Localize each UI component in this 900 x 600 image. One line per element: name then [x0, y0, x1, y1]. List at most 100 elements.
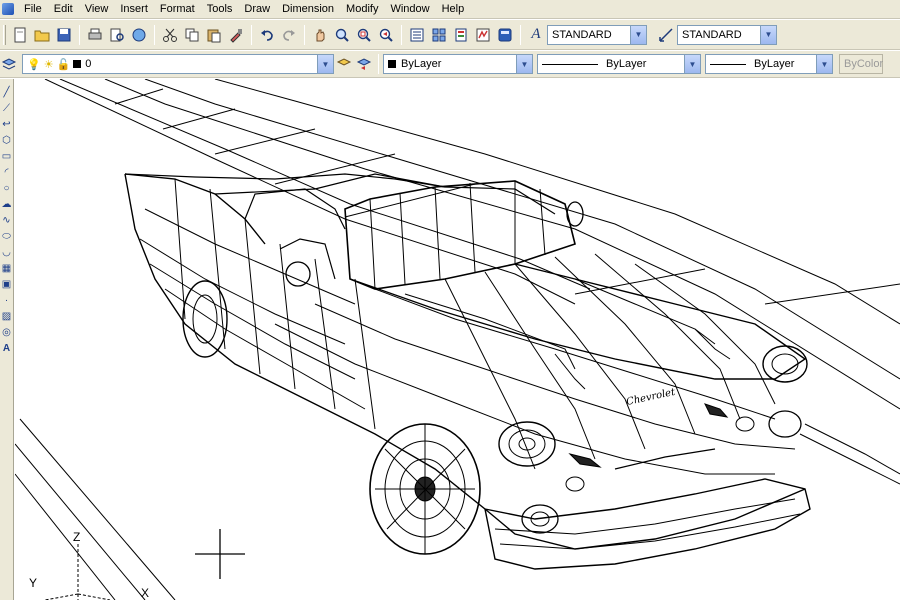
polygon-icon[interactable]: ⬡ [1, 133, 13, 149]
menu-bar: File Edit View Insert Format Tools Draw … [0, 0, 900, 19]
paste-icon[interactable] [203, 24, 225, 46]
layer-select[interactable]: 💡 ☀ 🔓 0 ▼ [22, 54, 334, 74]
ellipse-icon[interactable]: ⬭ [1, 229, 13, 245]
crosshair-cursor [195, 529, 245, 579]
mtext-icon[interactable]: A [1, 341, 13, 357]
markup-icon[interactable] [472, 24, 494, 46]
color-value: ByLayer [401, 58, 442, 70]
ucs-x-label: X [141, 586, 149, 600]
cut-icon[interactable] [159, 24, 181, 46]
layer-on-icon: 💡 [27, 58, 41, 71]
save-icon[interactable] [53, 24, 75, 46]
layer-color-swatch [73, 60, 82, 68]
plot-icon[interactable] [84, 24, 106, 46]
pan-icon[interactable] [309, 24, 331, 46]
draw-toolbar: ╱ ⟋ ↩ ⬡ ▭ ◜ ○ ☁ ∿ ⬭ ◡ ▦ ▣ · ▨ ◎ A [0, 79, 14, 600]
menu-tools[interactable]: Tools [201, 0, 239, 19]
toolbar-separator [79, 24, 80, 45]
drawing-area[interactable]: Z Y X Chevrolet [15, 79, 900, 600]
designcenter-icon[interactable] [428, 24, 450, 46]
dimension-style-icon [655, 24, 677, 46]
toolbar-separator [304, 24, 305, 45]
zoom-realtime-icon[interactable] [331, 24, 353, 46]
make-object-layer-current-icon[interactable] [334, 53, 354, 75]
color-swatch [388, 60, 396, 68]
toolbar-separator [401, 24, 402, 45]
menu-dimension[interactable]: Dimension [276, 0, 340, 19]
linetype-sample [542, 63, 598, 65]
arc-icon[interactable]: ◜ [1, 165, 13, 181]
menu-draw[interactable]: Draw [238, 0, 276, 19]
layer-manager-icon[interactable] [0, 53, 18, 75]
construction-line-icon[interactable]: ⟋ [1, 101, 13, 117]
zoom-window-icon[interactable] [353, 24, 375, 46]
layer-freeze-icon: ☀ [43, 58, 54, 71]
plotstyle-value: ByColor [844, 58, 884, 70]
region-icon[interactable]: ◎ [1, 325, 13, 341]
chevron-down-icon[interactable]: ▼ [630, 25, 646, 44]
dimension-style-select[interactable]: STANDARD ▼ [677, 24, 777, 45]
menu-help[interactable]: Help [436, 0, 471, 19]
linetype-value: ByLayer [606, 58, 647, 70]
car-badge-script: Chevrolet [625, 387, 677, 408]
autocad-app-icon[interactable] [2, 3, 14, 15]
insert-block-icon[interactable]: ▦ [1, 261, 13, 277]
toolbar-separator [520, 24, 521, 45]
undo-icon[interactable] [256, 24, 278, 46]
menu-modify[interactable]: Modify [340, 0, 384, 19]
redo-icon[interactable] [278, 24, 300, 46]
preview-icon[interactable] [106, 24, 128, 46]
point-icon[interactable]: · [1, 293, 13, 309]
ucs-y-label: Y [29, 576, 37, 590]
menu-insert[interactable]: Insert [114, 0, 154, 19]
revcloud-icon[interactable]: ☁ [1, 197, 13, 213]
current-layer-value: 0 [85, 58, 92, 70]
properties-icon[interactable] [406, 24, 428, 46]
hatch-icon[interactable]: ▨ [1, 309, 13, 325]
plotstyle-control-select[interactable]: ByColor [839, 54, 883, 74]
rectangle-icon[interactable]: ▭ [1, 149, 13, 165]
chevron-down-icon[interactable]: ▼ [317, 55, 333, 73]
ellipse-arc-icon[interactable]: ◡ [1, 245, 13, 261]
spline-icon[interactable]: ∿ [1, 213, 13, 229]
linetype-control-select[interactable]: ByLayer ▼ [537, 54, 701, 74]
polyline-icon[interactable]: ↩ [1, 117, 13, 133]
lineweight-value: ByLayer [754, 58, 795, 70]
lineweight-control-select[interactable]: ByLayer ▼ [705, 54, 833, 74]
toolpalettes-icon[interactable] [450, 24, 472, 46]
line-icon[interactable]: ╱ [1, 85, 13, 101]
chevron-down-icon[interactable]: ▼ [684, 55, 700, 73]
lineweight-sample [710, 63, 746, 65]
chevron-down-icon[interactable]: ▼ [816, 55, 832, 73]
new-icon[interactable] [9, 24, 31, 46]
text-style-value: STANDARD [552, 28, 612, 41]
toolbar-separator [154, 24, 155, 45]
circle-icon[interactable]: ○ [1, 181, 13, 197]
copy-icon[interactable] [181, 24, 203, 46]
publish-icon[interactable] [128, 24, 150, 46]
text-style-select[interactable]: STANDARD ▼ [547, 24, 647, 45]
zoom-previous-icon[interactable] [375, 24, 397, 46]
toolbar-separator [378, 54, 379, 74]
layer-previous-icon[interactable] [354, 53, 374, 75]
layers-properties-toolbar: 💡 ☀ 🔓 0 ▼ ByLayer ▼ ByLayer ▼ ByLayer ▼ … [0, 51, 900, 78]
menu-view[interactable]: View [79, 0, 115, 19]
color-control-select[interactable]: ByLayer ▼ [383, 54, 533, 74]
wireframe-drawing: Z Y X Chevrolet [15, 79, 900, 600]
dimension-style-value: STANDARD [682, 28, 742, 41]
matchprop-icon[interactable] [225, 24, 247, 46]
standard-toolbar: A STANDARD ▼ STANDARD ▼ [0, 20, 900, 50]
calculator-icon[interactable] [494, 24, 516, 46]
chevron-down-icon[interactable]: ▼ [516, 55, 532, 73]
menu-window[interactable]: Window [384, 0, 435, 19]
toolbar-grip[interactable] [3, 24, 6, 45]
menu-format[interactable]: Format [154, 0, 201, 19]
make-block-icon[interactable]: ▣ [1, 277, 13, 293]
layer-lock-icon: 🔓 [56, 58, 71, 71]
open-icon[interactable] [31, 24, 53, 46]
ucs-z-label: Z [73, 530, 80, 544]
chevron-down-icon[interactable]: ▼ [760, 25, 776, 44]
menu-edit[interactable]: Edit [48, 0, 79, 19]
menu-file[interactable]: File [18, 0, 48, 19]
text-style-icon: A [531, 26, 541, 42]
